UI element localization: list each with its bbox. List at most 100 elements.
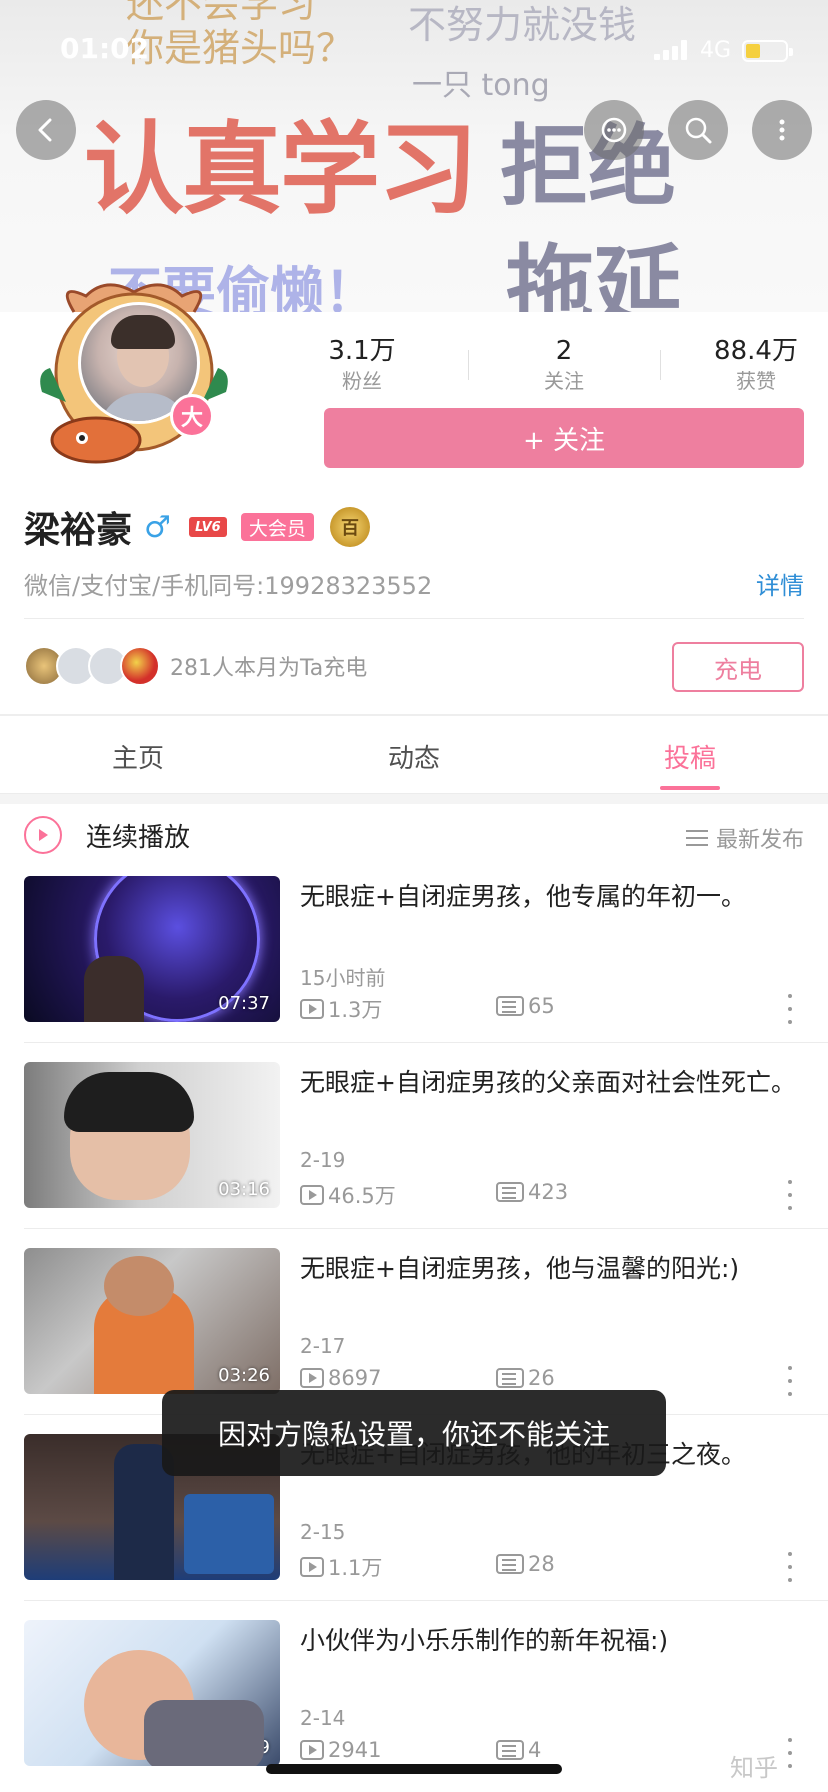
video-danmaku: 65 — [496, 994, 555, 1018]
video-title: 无眼症+自闭症男孩，他专属的年初一。 — [300, 882, 746, 911]
danmaku-count: 26 — [528, 1366, 555, 1390]
video-thumbnail: 07:37 — [24, 876, 280, 1022]
stat-label: 关注 — [544, 369, 584, 393]
danmaku-count: 4 — [528, 1738, 542, 1762]
male-icon: ♂ — [144, 509, 171, 545]
video-date: 2-19 — [300, 1148, 346, 1172]
video-item[interactable]: 03:16 无眼症+自闭症男孩的父亲面对社会性死亡。 2-19 46.5万 42… — [0, 1062, 828, 1248]
avatar[interactable]: 大 — [18, 276, 238, 472]
play-count: 2941 — [328, 1738, 382, 1762]
stat-likes: 88.4万 获赞 — [696, 336, 816, 394]
privacy-toast: 因对方隐私设置，你还不能关注 — [162, 1390, 666, 1476]
video-more-button[interactable] — [784, 1552, 796, 1582]
home-indicator[interactable] — [266, 1764, 562, 1774]
video-duration: 03:26 — [218, 1365, 270, 1386]
video-plays: 2941 — [300, 1738, 381, 1762]
play-count: 1.1万 — [328, 1556, 383, 1580]
video-duration: 03:16 — [218, 1179, 270, 1200]
video-more-button[interactable] — [784, 1180, 796, 1210]
signal-icon — [654, 40, 688, 60]
play-count: 46.5万 — [328, 1184, 396, 1208]
profile-tabs: 主页 动态 投稿 — [0, 716, 828, 794]
play-all-label: 连续播放 — [86, 822, 191, 853]
play-all-button[interactable]: 连续播放 — [24, 814, 190, 856]
play-count: 1.3万 — [328, 998, 383, 1022]
video-plays: 1.3万 — [300, 994, 382, 1024]
play-count-icon — [300, 1368, 324, 1388]
stat-label: 粉丝 — [342, 369, 382, 393]
video-thumbnail: 03:26 — [24, 1248, 280, 1394]
charge-supporters[interactable]: 281人本月为Ta充电 — [24, 644, 367, 688]
video-date: 2-17 — [300, 1334, 346, 1358]
danmaku-icon — [496, 996, 524, 1016]
play-count-icon — [300, 1740, 324, 1760]
chevron-left-icon — [38, 118, 52, 142]
video-danmaku: 28 — [496, 1552, 555, 1576]
play-count-icon — [300, 1557, 324, 1577]
video-title: 小伙伴为小乐乐制作的新年祝福:) — [300, 1626, 669, 1655]
status-bar: 01:02 4G — [0, 28, 828, 72]
video-title: 无眼症+自闭症男孩，他与温馨的阳光:) — [300, 1254, 740, 1283]
video-item[interactable]: 07:37 无眼症+自闭症男孩，他专属的年初一。 15小时前 1.3万 65 — [0, 876, 828, 1062]
danmaku-count: 423 — [528, 1180, 569, 1204]
search-button[interactable] — [668, 100, 728, 160]
tab-home[interactable]: 主页 — [78, 738, 198, 775]
video-thumbnail: 03:16 — [24, 1062, 280, 1208]
status-time: 01:02 — [60, 32, 150, 65]
detail-link[interactable]: 详情 — [756, 566, 804, 601]
sort-button[interactable]: 最新发布 — [685, 822, 804, 854]
divider — [24, 1042, 828, 1043]
big-vip-badge: 大 — [170, 394, 214, 438]
stat-followers[interactable]: 3.1万 粉丝 — [302, 336, 422, 394]
banner-big-right-bottom: 拖延 — [506, 235, 683, 312]
tab-uploads[interactable]: 投稿 — [630, 738, 750, 775]
video-more-button[interactable] — [784, 1738, 796, 1768]
charge-count-text: 281人本月为Ta充电 — [170, 656, 368, 681]
video-danmaku: 26 — [496, 1366, 555, 1390]
video-duration: 00:09 — [218, 1737, 270, 1758]
user-bio: 微信/支付宝/手机同号:19928323552 — [24, 572, 433, 600]
video-plays: 46.5万 — [300, 1180, 396, 1210]
charge-button[interactable]: 充电 — [672, 642, 804, 692]
message-button[interactable] — [584, 100, 644, 160]
video-date: 2-15 — [300, 1520, 346, 1544]
danmaku-icon — [496, 1554, 524, 1574]
stat-value: 88.4万 — [714, 336, 798, 366]
video-date: 2-14 — [300, 1706, 346, 1730]
sort-label: 最新发布 — [715, 828, 804, 853]
stat-divider — [660, 350, 661, 380]
divider — [24, 618, 804, 619]
video-more-button[interactable] — [784, 1366, 796, 1396]
level-badge[interactable]: LV6 — [188, 517, 227, 537]
follow-button[interactable]: + 关注 — [324, 408, 804, 468]
section-gap — [0, 794, 828, 804]
danmaku-count: 65 — [528, 994, 555, 1018]
search-icon — [685, 117, 712, 144]
stat-following[interactable]: 2 关注 — [504, 336, 624, 394]
video-danmaku: 4 — [496, 1738, 541, 1762]
video-danmaku: 423 — [496, 1180, 568, 1204]
user-name-row: 梁裕豪 ♂ LV6 大会员 百 — [24, 504, 370, 551]
play-count-icon — [300, 999, 324, 1019]
vip-badge[interactable]: 大会员 — [240, 513, 314, 541]
stat-value: 3.1万 — [328, 336, 396, 366]
divider — [24, 1600, 828, 1601]
more-vertical-icon — [779, 119, 785, 141]
video-thumbnail: 00:09 — [24, 1620, 280, 1766]
tab-dynamic[interactable]: 动态 — [354, 738, 474, 775]
video-duration: 05:20 — [218, 1551, 270, 1572]
play-circle-icon — [24, 816, 62, 854]
more-button[interactable] — [752, 100, 812, 160]
video-plays: 8697 — [300, 1366, 381, 1390]
video-more-button[interactable] — [784, 994, 796, 1024]
stat-divider — [468, 350, 469, 380]
danmaku-icon — [496, 1740, 524, 1760]
stat-label: 获赞 — [736, 369, 776, 393]
supporter-avatar — [120, 646, 160, 686]
video-plays: 1.1万 — [300, 1552, 382, 1582]
network-type: 4G — [700, 38, 732, 63]
back-button[interactable] — [16, 100, 76, 160]
list-icon — [685, 830, 708, 846]
danmaku-count: 28 — [528, 1552, 555, 1576]
medal-icon[interactable]: 百 — [329, 507, 370, 547]
